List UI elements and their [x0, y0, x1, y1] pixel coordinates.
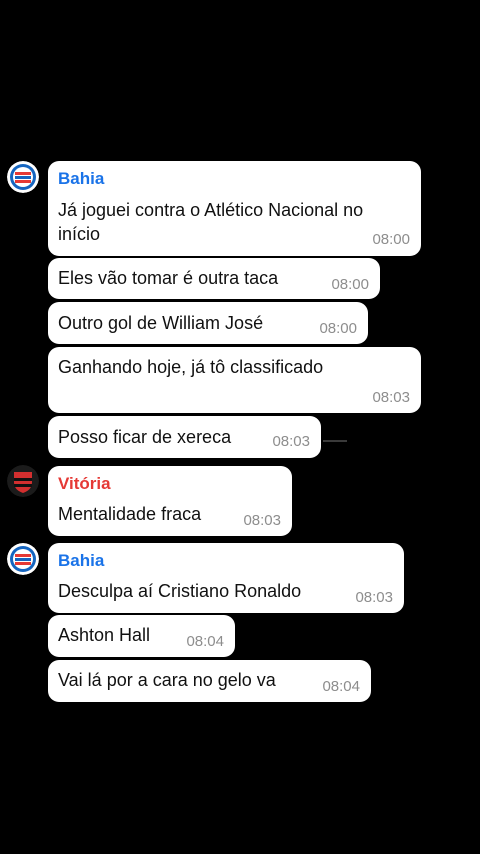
message-timestamp: 08:00	[331, 276, 369, 293]
message-text: Desculpa aí Cristiano Ronaldo	[58, 581, 302, 601]
bahia-avatar[interactable]	[7, 161, 39, 193]
bahia-crest-icon	[7, 543, 39, 575]
message-bubble[interactable]: Outro gol de William José 08:00	[48, 302, 368, 344]
sender-name: Bahia	[58, 169, 105, 188]
vitoria-avatar[interactable]	[7, 465, 39, 497]
message-text: Posso ficar de xereca	[58, 427, 232, 447]
message-text: Eles vão tomar é outra taca	[58, 268, 279, 288]
message-bubble[interactable]: Posso ficar de xereca 08:03	[48, 416, 321, 458]
message-timestamp: 08:00	[372, 231, 410, 248]
message-bubble[interactable]: Ganhando hoje, já tô classificado 08:03	[48, 347, 421, 413]
message-text: Vai lá por a cara no gelo va	[58, 670, 276, 690]
message-timestamp: 08:03	[272, 433, 310, 450]
sender-name: Bahia	[58, 551, 105, 570]
message-timestamp: 08:04	[186, 633, 224, 650]
message-text: início	[58, 224, 101, 244]
message-text: Já joguei contra o Atlético Nacional no	[58, 200, 364, 220]
message-text: Mentalidade fraca	[58, 504, 202, 524]
message-timestamp: 08:03	[243, 512, 281, 529]
message-timestamp: 08:03	[355, 589, 393, 606]
message-bubble[interactable]: Ashton Hall 08:04	[48, 615, 235, 657]
message-bubble[interactable]: Vitória Mentalidade fraca 08:03	[48, 466, 292, 536]
message-bubble[interactable]: Bahia Já joguei contra o Atlético Nacion…	[48, 161, 421, 256]
message-text: Ganhando hoje, já tô classificado	[58, 357, 324, 377]
message-text: Outro gol de William José	[58, 313, 264, 333]
sender-name: Vitória	[58, 474, 111, 493]
bahia-avatar[interactable]	[7, 543, 39, 575]
message-text: Ashton Hall	[58, 625, 151, 645]
message-bubble[interactable]: Vai lá por a cara no gelo va 08:04	[48, 660, 371, 702]
message-timestamp: 08:00	[319, 320, 357, 337]
divider-mark	[323, 440, 347, 442]
message-timestamp: 08:03	[372, 389, 410, 406]
message-bubble[interactable]: Bahia Desculpa aí Cristiano Ronaldo 08:0…	[48, 543, 404, 613]
bahia-crest-icon	[7, 161, 39, 193]
message-bubble[interactable]: Eles vão tomar é outra taca 08:00	[48, 258, 380, 299]
vitoria-crest-icon	[7, 465, 39, 497]
message-timestamp: 08:04	[322, 678, 360, 695]
